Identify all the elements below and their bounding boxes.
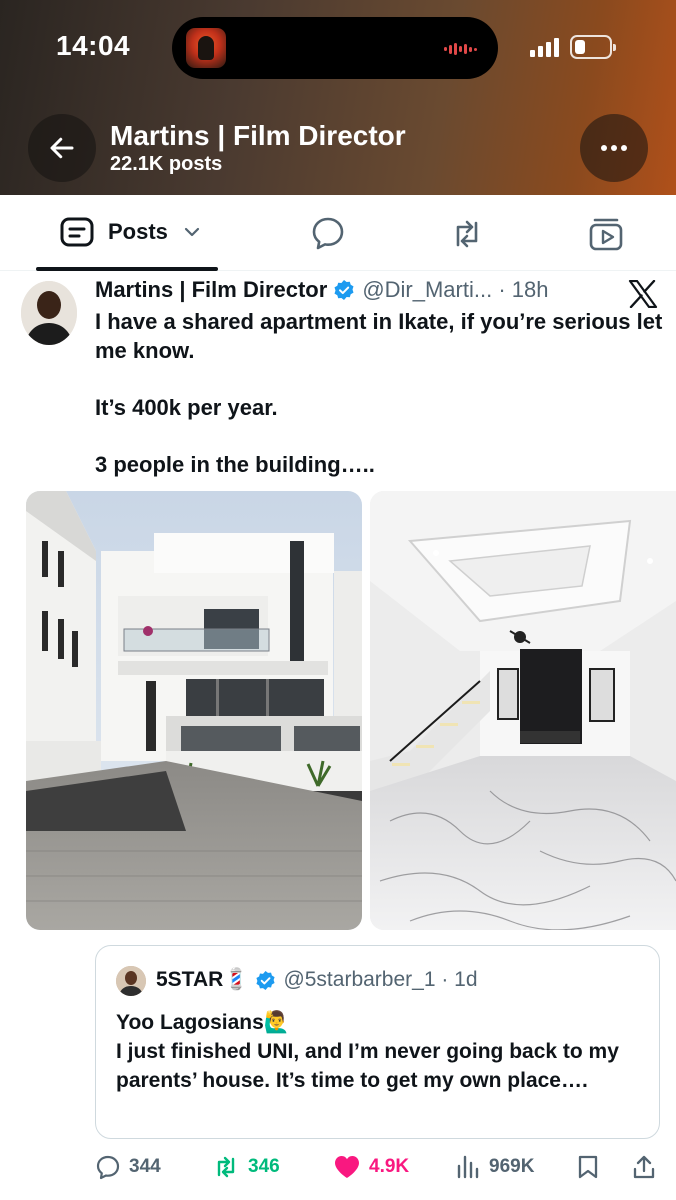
verified-icon: [334, 280, 354, 300]
tweet-photo-house-exterior[interactable]: [26, 491, 362, 930]
author-handle-time: @Dir_Marti... · 18h: [362, 277, 549, 302]
cellular-signal-icon: [530, 38, 559, 57]
quoted-tweet-text: Yoo Lagosians🙋‍♂️ I just finished UNI, a…: [116, 1008, 646, 1095]
bookmark-button[interactable]: [577, 1154, 599, 1180]
bookmark-icon: [578, 1155, 598, 1179]
tweet-line: I have a shared apartment in Ikate, if y…: [95, 309, 663, 363]
share-button[interactable]: [632, 1154, 656, 1180]
audio-wave-icon: [444, 43, 477, 55]
heart-icon: [335, 1156, 359, 1178]
reply-icon: [96, 1155, 120, 1180]
tweet-header: Martins | Film Director @Dir_Marti... · …: [95, 277, 548, 303]
tab-replies[interactable]: [309, 215, 347, 253]
verified-icon: [256, 970, 276, 990]
battery-icon: [570, 35, 616, 59]
quoted-tweet[interactable]: 5STAR💈 @5starbarber_1 · 1d Yoo Lagosians…: [95, 945, 660, 1139]
more-button[interactable]: [580, 114, 648, 182]
dynamic-island[interactable]: [172, 17, 498, 79]
reply-count: 344: [129, 1156, 161, 1177]
reply-button[interactable]: 344: [95, 1154, 161, 1180]
posts-icon: [60, 217, 94, 247]
now-playing-app-icon: [186, 28, 226, 68]
tweet-text: I have a shared apartment in Ikate, if y…: [95, 307, 665, 479]
tweet-line: It’s 400k per year.: [95, 395, 278, 420]
like-button[interactable]: 4.9K: [333, 1154, 409, 1180]
quoted-tweet-line: I just finished UNI, and I’m never going…: [116, 1040, 619, 1092]
tab-posts-label: Posts: [108, 219, 168, 244]
tweet-line: 3 people in the building…..: [95, 452, 375, 477]
like-count: 4.9K: [369, 1156, 410, 1177]
repost-icon: [217, 1156, 235, 1178]
x-logo-icon: [628, 280, 658, 308]
share-icon: [633, 1155, 655, 1179]
active-tab-indicator: [36, 267, 218, 271]
post-count: 22.1K posts: [110, 153, 223, 175]
more-icon: [601, 145, 627, 151]
profile-name: Martins | Film Director: [110, 120, 406, 151]
repost-count: 346: [248, 1156, 280, 1177]
tweet-action-bar: 344 346 4.9K 969K: [0, 1148, 676, 1188]
back-button[interactable]: [28, 114, 96, 182]
views-button[interactable]: 969K: [455, 1154, 534, 1180]
back-arrow-icon: [50, 137, 74, 159]
repost-button[interactable]: 346: [212, 1154, 280, 1180]
chevron-down-icon: [184, 227, 200, 237]
tab-posts[interactable]: Posts: [60, 217, 200, 247]
view-count: 969K: [489, 1156, 535, 1177]
profile-header: 14:04 Martins | Film Director 22.1K post…: [0, 0, 676, 195]
quoted-tweet-header: 5STAR💈 @5starbarber_1 · 1d: [156, 968, 478, 992]
tab-reposts[interactable]: [448, 215, 486, 253]
quoted-handle-time: @5starbarber_1 · 1d: [283, 968, 478, 991]
author-avatar[interactable]: [21, 281, 77, 345]
quoted-author-avatar[interactable]: [116, 966, 146, 996]
quoted-tweet-line: Yoo Lagosians🙋‍♂️: [116, 1011, 290, 1034]
quoted-author-name[interactable]: 5STAR💈: [156, 968, 249, 992]
views-icon: [457, 1155, 479, 1179]
author-name[interactable]: Martins | Film Director: [95, 277, 327, 303]
tweet-photo-interior[interactable]: [370, 491, 676, 930]
profile-tabs: Posts: [0, 195, 676, 271]
status-time: 14:04: [56, 30, 131, 61]
tab-videos[interactable]: [587, 215, 625, 253]
status-bar: 14:04: [0, 0, 676, 95]
